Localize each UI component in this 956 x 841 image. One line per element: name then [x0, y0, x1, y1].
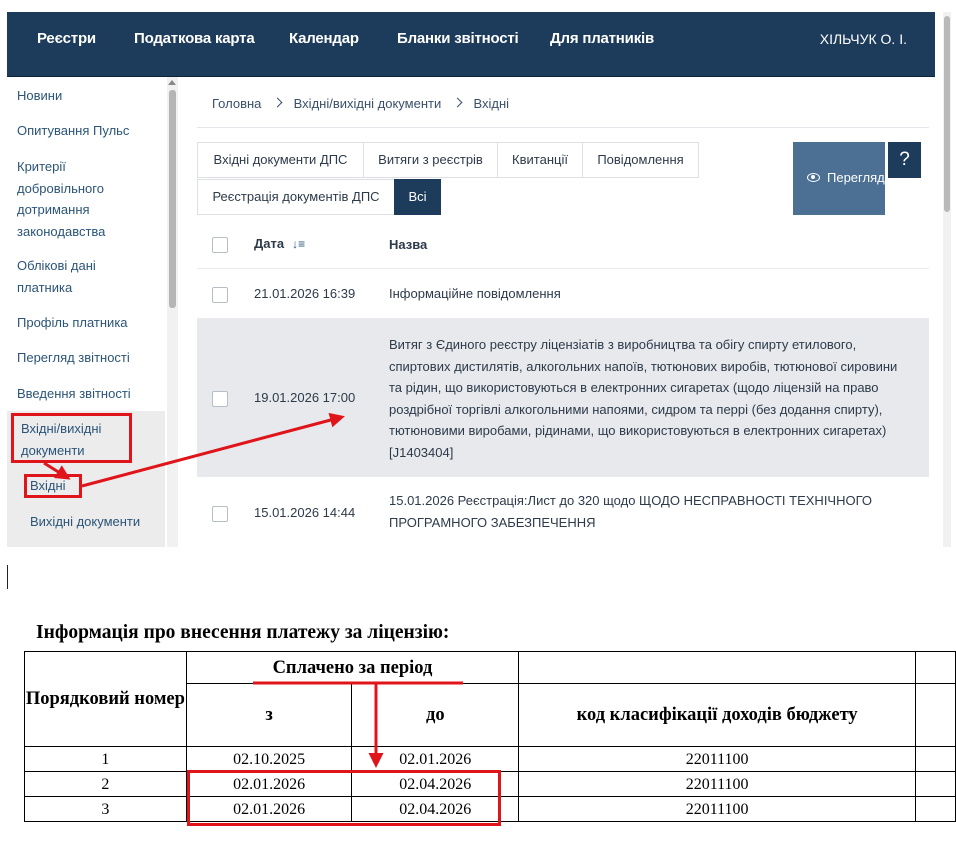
sidebar-item-taxpayer-records[interactable]: Облікові дані платника [17, 255, 117, 298]
column-header-date[interactable]: Дата ↓≡ [254, 236, 305, 251]
header-extra-spacer [915, 651, 956, 684]
tab-all[interactable]: Всі [394, 179, 441, 215]
cell-code: 22011100 [518, 796, 917, 822]
tab-notifications[interactable]: Повідомлення [582, 142, 699, 178]
header-extra [915, 683, 956, 747]
annotation-box-documents [11, 413, 132, 463]
header-number: Порядковий номер [24, 651, 187, 747]
header-code: код класифікації доходів бюджету [518, 683, 917, 747]
header-paid-period: Сплачено за період [185, 651, 520, 684]
sidebar-scrollbar[interactable] [167, 77, 178, 547]
header-code-spacer [518, 651, 917, 684]
column-header-date-label: Дата [254, 236, 285, 251]
row-name[interactable]: 15.01.2026 Реєстрація:Лист до 320 щодо Щ… [389, 490, 909, 533]
user-name[interactable]: ХІЛЬЧУК О. І. [820, 31, 907, 47]
table-row[interactable]: 15.01.2026 14:44 15.01.2026 Реєстрація:Л… [197, 477, 929, 547]
cell-code: 22011100 [518, 746, 917, 772]
annotation-box-period [187, 770, 501, 826]
nav-registries[interactable]: Реєстри [37, 30, 96, 47]
table-row[interactable]: 21.01.2026 16:39 Інформаційне повідомлен… [197, 269, 929, 319]
nav-for-payers[interactable]: Для платників [550, 30, 654, 47]
sidebar-item-news[interactable]: Новини [17, 85, 162, 107]
nav-calendar[interactable]: Календар [289, 30, 359, 47]
page-scrollbar-thumb[interactable] [944, 16, 950, 212]
table-header: Дата ↓≡ Назва [197, 221, 929, 269]
eye-icon [807, 173, 820, 182]
breadcrumb-documents[interactable]: Вхідні/вихідні документи [294, 96, 442, 111]
tab-registry-extracts[interactable]: Витяги з реєстрів [363, 142, 498, 178]
row-date: 21.01.2026 16:39 [254, 286, 356, 301]
chevron-right-icon [272, 97, 283, 108]
header-to: до [351, 683, 520, 747]
chevron-right-icon [452, 97, 463, 108]
header-from: з [185, 683, 353, 747]
row-date: 19.01.2026 17:00 [254, 390, 356, 405]
nav-report-forms[interactable]: Бланки звітності [397, 30, 519, 47]
select-all-checkbox[interactable] [212, 237, 228, 253]
breadcrumb-home[interactable]: Головна [212, 96, 261, 111]
view-button-label: Перегляд [827, 170, 885, 185]
cell-number: 3 [24, 796, 187, 822]
row-checkbox[interactable] [212, 506, 228, 522]
breadcrumb-current: Вхідні [473, 96, 510, 112]
tab-incoming-dps[interactable]: Вхідні документи ДПС [197, 142, 364, 178]
cell-number: 2 [24, 771, 187, 797]
nav-tax-map[interactable]: Податкова карта [134, 30, 255, 47]
portal-screenshot: Реєстри Податкова карта Календар Бланки … [7, 12, 951, 547]
scroll-up-arrow-icon[interactable] [168, 80, 176, 85]
text-cursor-mark [7, 565, 8, 589]
sidebar-item-enter-reports[interactable]: Введення звітності [17, 383, 162, 405]
cell-to: 02.01.2026 [351, 746, 520, 772]
sidebar-item-view-reports[interactable]: Перегляд звітності [17, 347, 162, 369]
sidebar-item-pulse-survey[interactable]: Опитування Пульс [17, 120, 162, 142]
cell-extra [915, 771, 956, 797]
row-name[interactable]: Інформаційне повідомлення [389, 283, 909, 305]
cell-extra [915, 746, 956, 772]
header-paid-period-label: Сплачено за період [272, 657, 433, 678]
payment-row: 1 02.10.2025 02.01.2026 22011100 [24, 746, 956, 772]
document-title: Інформація про внесення платежу за ліцен… [36, 622, 450, 643]
sidebar-item-compliance-criteria[interactable]: Критерії добровільного дотримання законо… [17, 156, 117, 242]
tab-dps-registration[interactable]: Реєстрація документів ДПС [197, 179, 395, 215]
sidebar-subitem-outgoing[interactable]: Вихідні документи [30, 511, 175, 533]
tab-receipts[interactable]: Квитанції [497, 142, 583, 178]
help-button[interactable]: ? [888, 142, 921, 178]
cell-number: 1 [24, 746, 187, 772]
row-checkbox[interactable] [212, 391, 228, 407]
cell-extra [915, 796, 956, 822]
breadcrumb: Головна Вхідні/вихідні документи Вхідні [212, 95, 509, 111]
cell-code: 22011100 [518, 771, 917, 797]
sidebar-item-taxpayer-profile[interactable]: Профіль платника [17, 312, 162, 334]
row-name[interactable]: Витяг з Єдиного реєстру ліцензіатів з ви… [389, 334, 909, 463]
top-navigation: Реєстри Податкова карта Календар Бланки … [7, 12, 935, 77]
sort-descending-icon[interactable]: ↓≡ [292, 237, 305, 251]
row-checkbox[interactable] [212, 287, 228, 303]
column-header-name[interactable]: Назва [389, 234, 909, 256]
sidebar-scrollbar-thumb[interactable] [169, 90, 176, 308]
row-date: 15.01.2026 14:44 [254, 505, 356, 520]
page-scrollbar[interactable] [943, 12, 951, 547]
view-button[interactable]: Перегляд [793, 142, 885, 215]
annotation-box-incoming [24, 474, 82, 498]
table-row[interactable]: 19.01.2026 17:00 Витяг з Єдиного реєстру… [197, 319, 929, 477]
divider [197, 127, 929, 128]
cell-from: 02.10.2025 [185, 746, 353, 772]
